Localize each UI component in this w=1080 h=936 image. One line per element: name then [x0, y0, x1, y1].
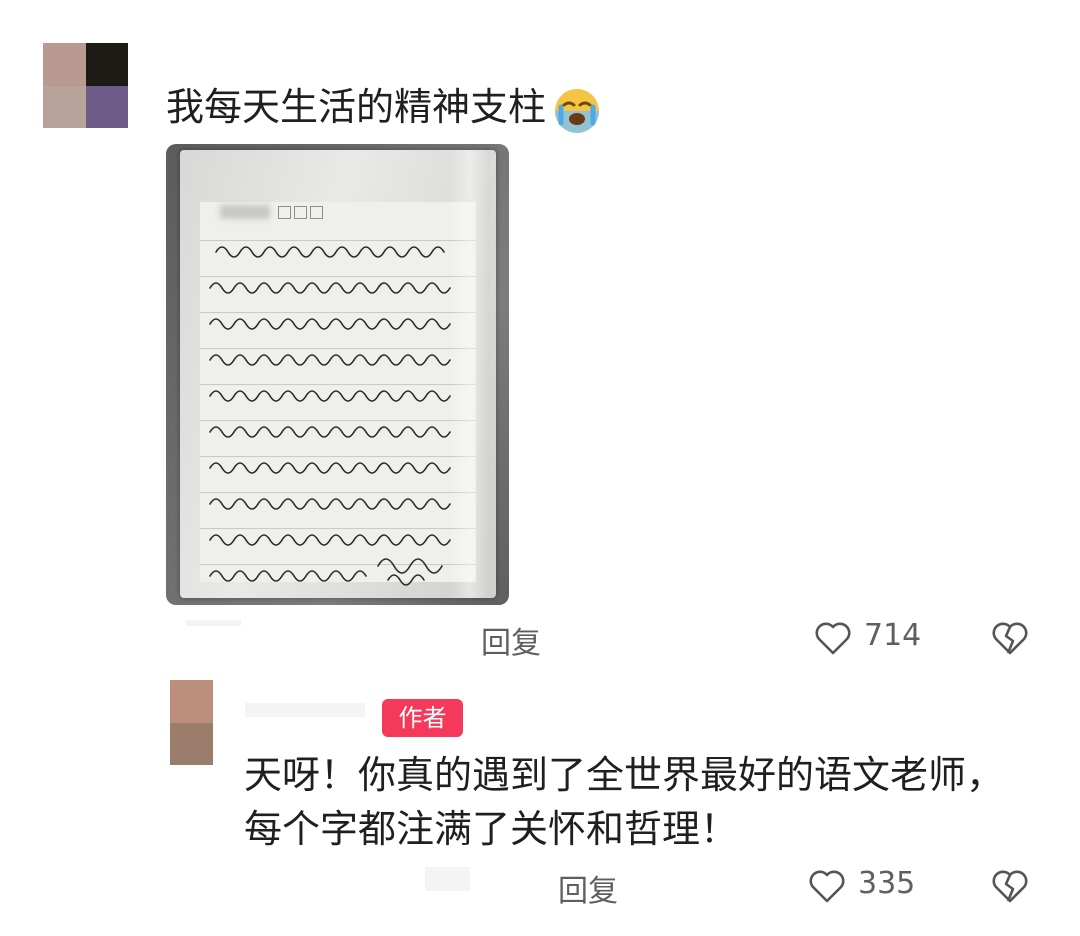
broken-heart-icon[interactable] [990, 866, 1030, 906]
author-avatar[interactable] [170, 680, 213, 765]
author-badge: 作者 [382, 699, 463, 737]
heart-icon[interactable] [807, 866, 847, 906]
blurred-timestamp [425, 867, 470, 891]
commenter-avatar[interactable] [43, 43, 128, 128]
heart-icon[interactable] [813, 618, 853, 658]
reply-button[interactable]: 回复 [481, 618, 541, 662]
plastic-sleeve [180, 150, 496, 598]
comment-body: 我每天生活的精神支柱 [166, 82, 602, 135]
blurred-name [220, 205, 270, 219]
blurred-timestamp [186, 620, 241, 626]
grade-boxes [278, 206, 323, 219]
broken-heart-icon[interactable] [990, 618, 1030, 658]
like-count: 335 [858, 866, 916, 901]
reply-text: 天呀！你真的遇到了全世界最好的语文老师，每个字都注满了关怀和哲理！ [244, 753, 1005, 851]
comment-photo[interactable] [166, 144, 509, 605]
crying-face-icon [555, 88, 600, 133]
reply-button[interactable]: 回复 [558, 866, 618, 910]
handwriting-scribbles [209, 246, 451, 586]
comment-text: 我每天生活的精神支柱 [166, 85, 547, 129]
blurred-username [245, 703, 365, 717]
like-count: 714 [864, 618, 922, 653]
